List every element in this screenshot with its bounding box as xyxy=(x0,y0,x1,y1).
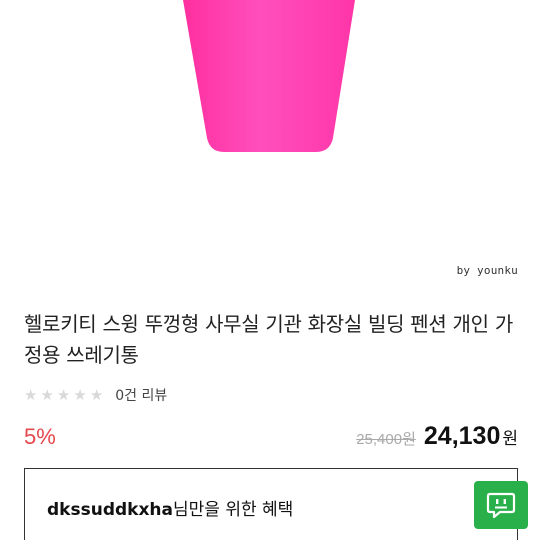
watermark: by younku xyxy=(456,264,518,277)
review-count[interactable]: 0건 리뷰 xyxy=(115,385,167,405)
rating-stars: ★ ★ ★ ★ ★ xyxy=(24,385,104,404)
original-price: 25,400원 xyxy=(356,431,416,448)
benefit-suffix: 님만을 위한 혜택 xyxy=(173,500,294,520)
price-block: 25,400원 24,130 원 xyxy=(356,422,518,451)
benefit-username: dkssuddkxha xyxy=(47,500,173,520)
discount-rate: 5% xyxy=(24,424,56,449)
review-summary[interactable]: ★ ★ ★ ★ ★ 0건 리뷰 xyxy=(24,384,167,406)
trash-bin-image xyxy=(183,0,355,152)
member-benefit-box[interactable]: dkssuddkxha님만을 위한 혜택 xyxy=(24,468,518,540)
star-icon: ★ xyxy=(24,385,38,404)
product-title: 헬로키티 스윙 뚜껑형 사무실 기관 화장실 빌딩 펜션 개인 가정용 쓰레기통 xyxy=(24,312,513,367)
star-icon: ★ xyxy=(56,385,71,404)
sale-price: 24,130 xyxy=(423,422,501,450)
star-icon: ★ xyxy=(73,385,87,404)
star-icon: ★ xyxy=(40,385,54,404)
currency-unit: 원 xyxy=(502,429,518,449)
benefit-title: dkssuddkxha님만을 위한 혜택 xyxy=(47,495,293,520)
star-icon: ★ xyxy=(89,385,104,404)
chat-button[interactable] xyxy=(474,481,528,529)
chat-bubble-icon xyxy=(486,492,516,519)
product-image: by younku xyxy=(0,0,540,295)
